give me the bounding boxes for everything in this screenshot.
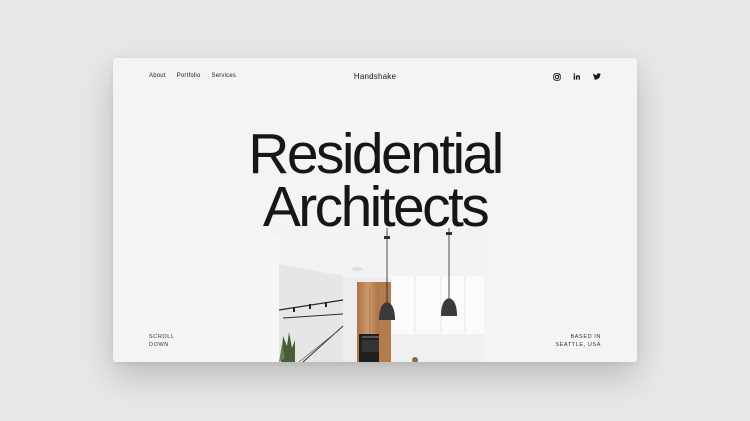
twitter-icon[interactable] [592,72,601,81]
instagram-icon[interactable] [552,72,561,81]
kitchen-interior-photo [265,228,484,362]
social-links [552,72,601,81]
scroll-line-1: SCROLL [149,334,175,340]
website-preview-card: About Portfolio Services Handshake Resid… [113,58,637,362]
based-line-1: BASED IN [570,334,601,340]
location-label: BASED IN SEATTLE, USA [555,333,601,349]
hero-headline: Residential Architects [113,126,637,236]
based-line-2: SEATTLE, USA [555,342,601,348]
scroll-line-2: DOWN [149,342,169,348]
linkedin-icon[interactable] [572,72,581,81]
scroll-down-hint[interactable]: SCROLL DOWN [149,333,175,349]
